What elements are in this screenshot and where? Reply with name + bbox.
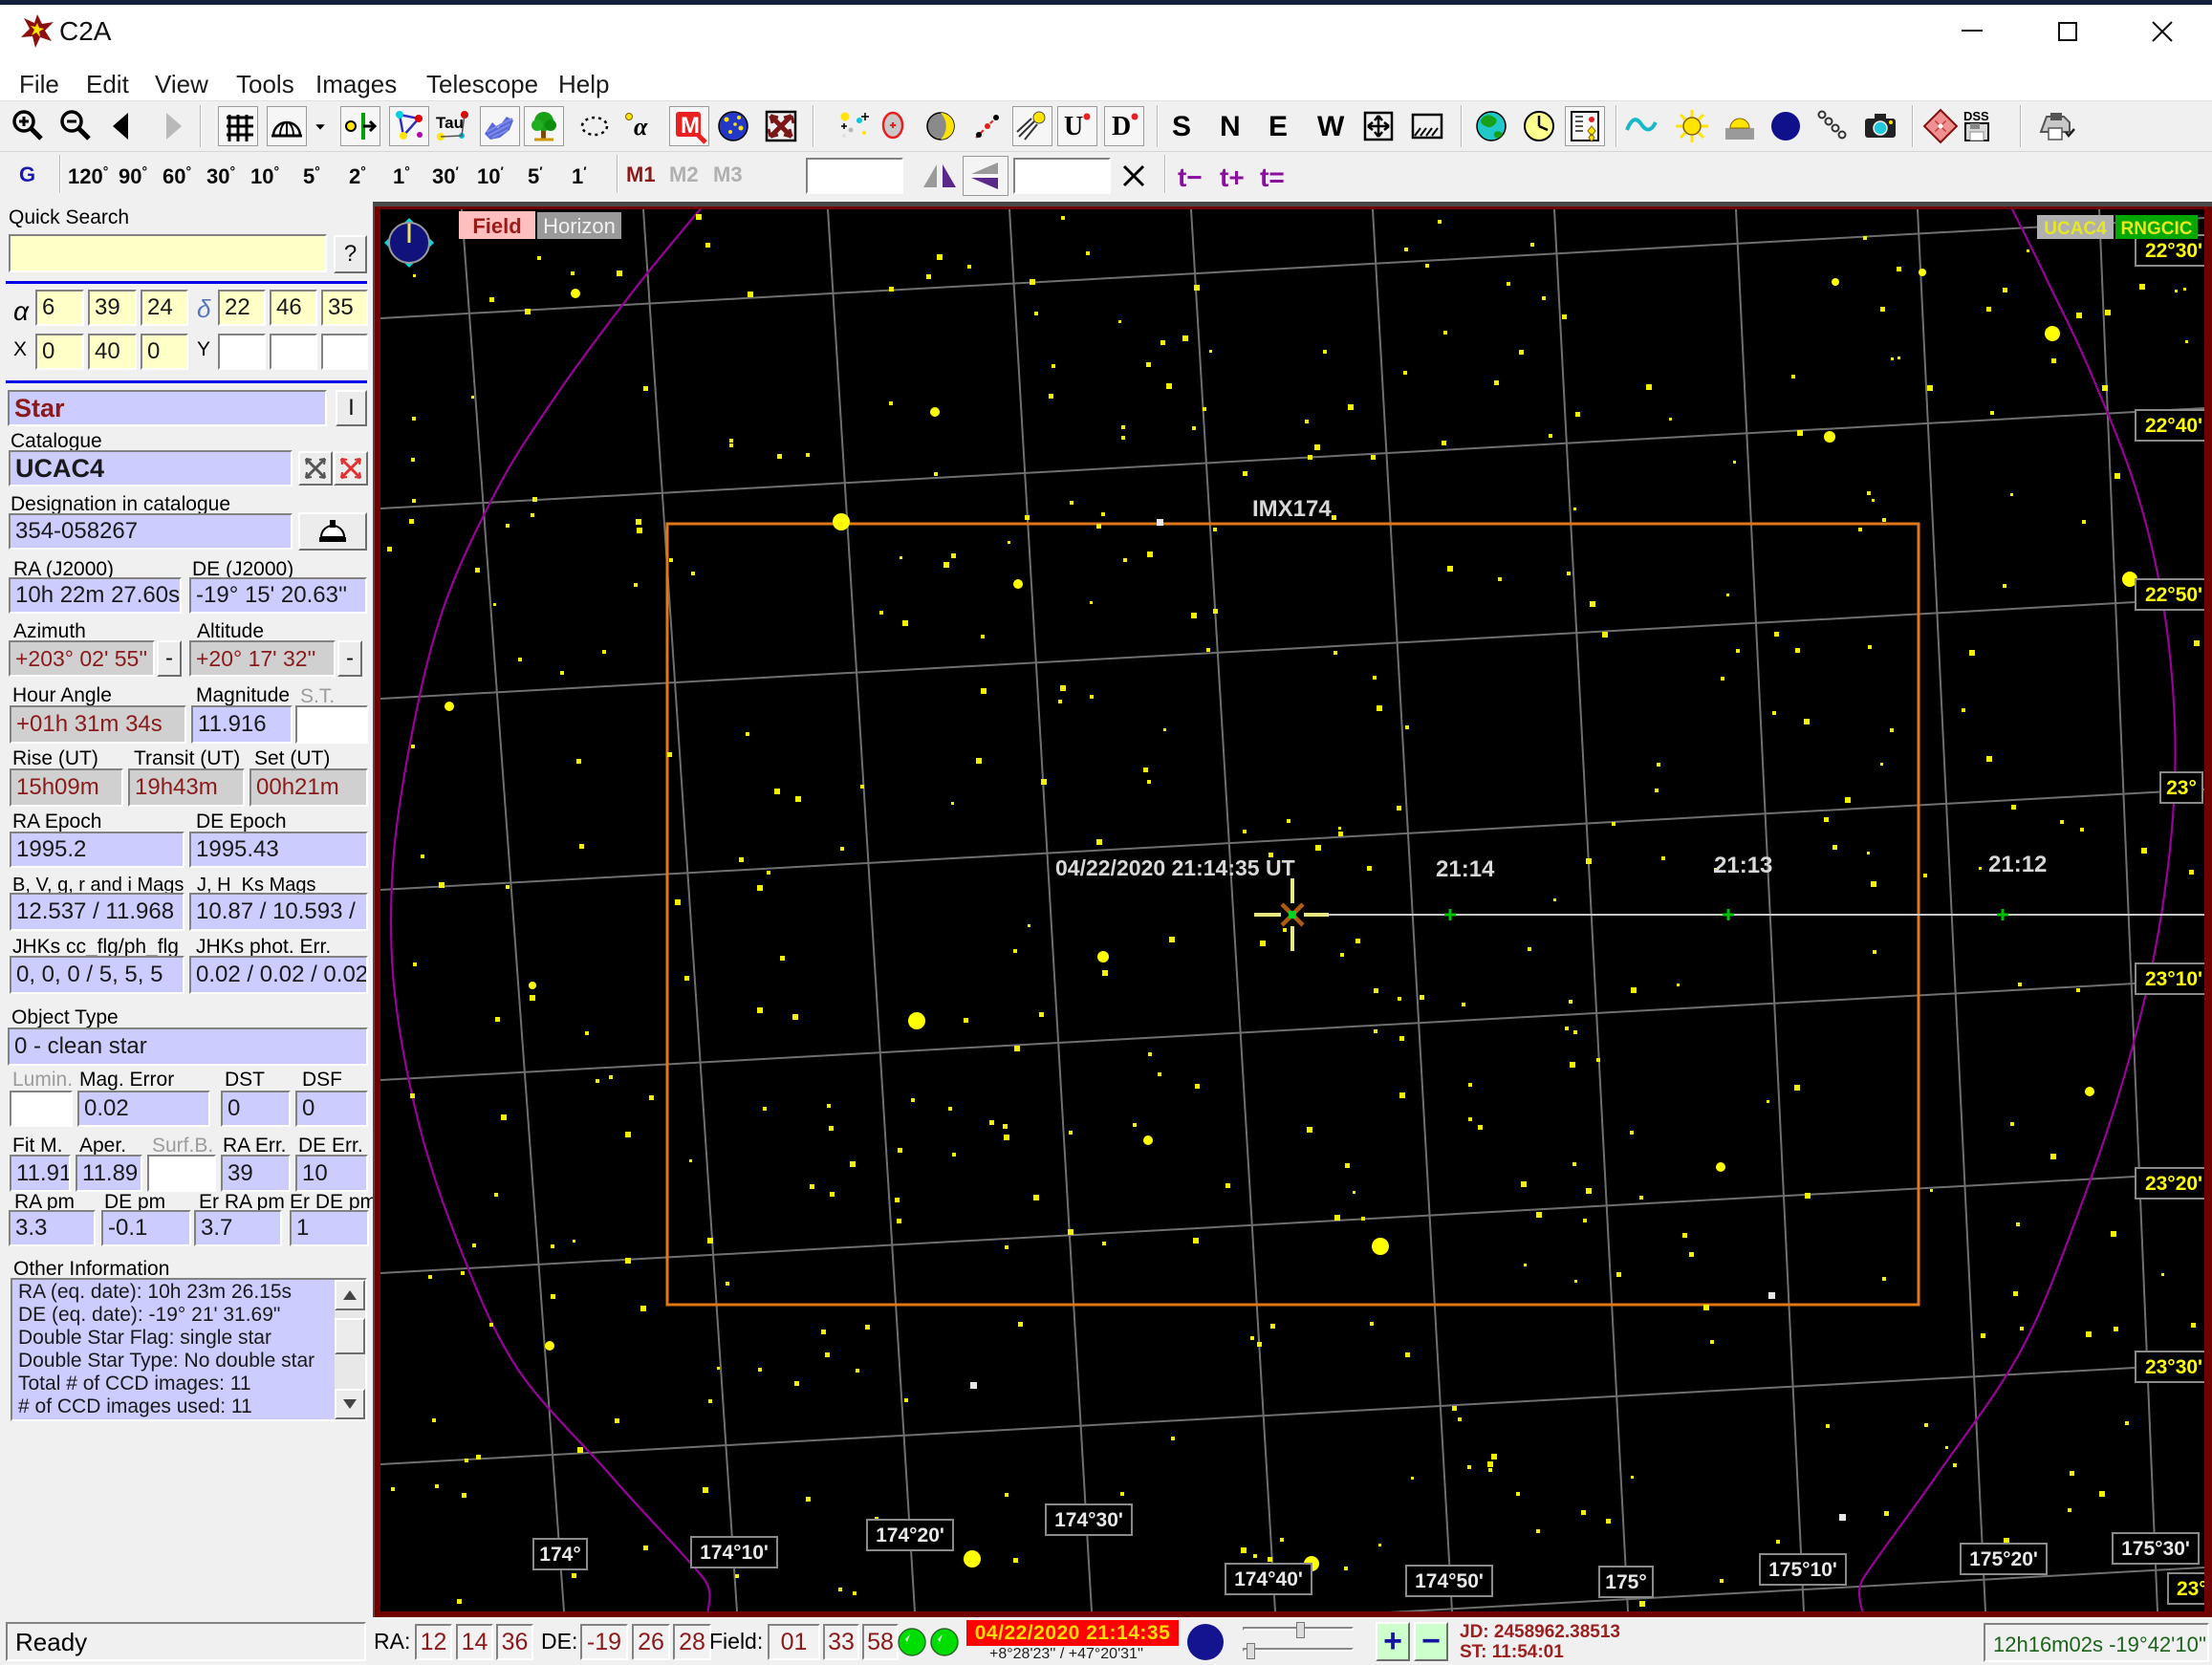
- svg-text:175°10': 175°10': [1768, 1559, 1837, 1581]
- svg-text:U: U: [1064, 112, 1083, 141]
- svg-text:21:12: 21:12: [1988, 852, 2047, 877]
- svg-text:175°20': 175°20': [1969, 1548, 2038, 1570]
- svg-text:23°30': 23°30': [2145, 1356, 2202, 1378]
- svg-text:22°30': 22°30': [2145, 240, 2202, 262]
- svg-text:22°40': 22°40': [2145, 415, 2202, 437]
- svg-text:21:14: 21:14: [1436, 856, 1495, 882]
- svg-text:174°40': 174°40': [1234, 1568, 1303, 1590]
- svg-text:Horizon: Horizon: [543, 214, 616, 238]
- svg-text:D: D: [1112, 112, 1131, 141]
- svg-text:04/22/2020 21:14:35 UT: 04/22/2020 21:14:35 UT: [1055, 855, 1295, 880]
- svg-text:174°30': 174°30': [1054, 1509, 1123, 1531]
- svg-text:Field: Field: [472, 214, 521, 238]
- svg-text:RNGCIC: RNGCIC: [2121, 219, 2193, 239]
- svg-text:UCAC4: UCAC4: [2044, 219, 2107, 239]
- svg-text:α: α: [634, 113, 648, 141]
- svg-text:174°20': 174°20': [876, 1524, 944, 1546]
- svg-text:23°20': 23°20': [2145, 1173, 2202, 1195]
- svg-text:175°30': 175°30': [2121, 1538, 2190, 1560]
- svg-text:Tau: Tau: [436, 114, 464, 132]
- svg-text:175°: 175°: [1605, 1571, 1646, 1593]
- svg-text:IMX174: IMX174: [1252, 496, 1332, 522]
- svg-text:DSS: DSS: [1963, 109, 1989, 123]
- svg-text:21:13: 21:13: [1714, 853, 1772, 878]
- svg-text:174°: 174°: [539, 1544, 580, 1566]
- svg-text:23°10': 23°10': [2145, 968, 2202, 990]
- svg-text:23°: 23°: [2166, 777, 2197, 799]
- svg-text:174°10': 174°10': [700, 1542, 769, 1564]
- svg-text:22°50': 22°50': [2145, 584, 2202, 606]
- svg-text:174°50': 174°50': [1415, 1570, 1484, 1592]
